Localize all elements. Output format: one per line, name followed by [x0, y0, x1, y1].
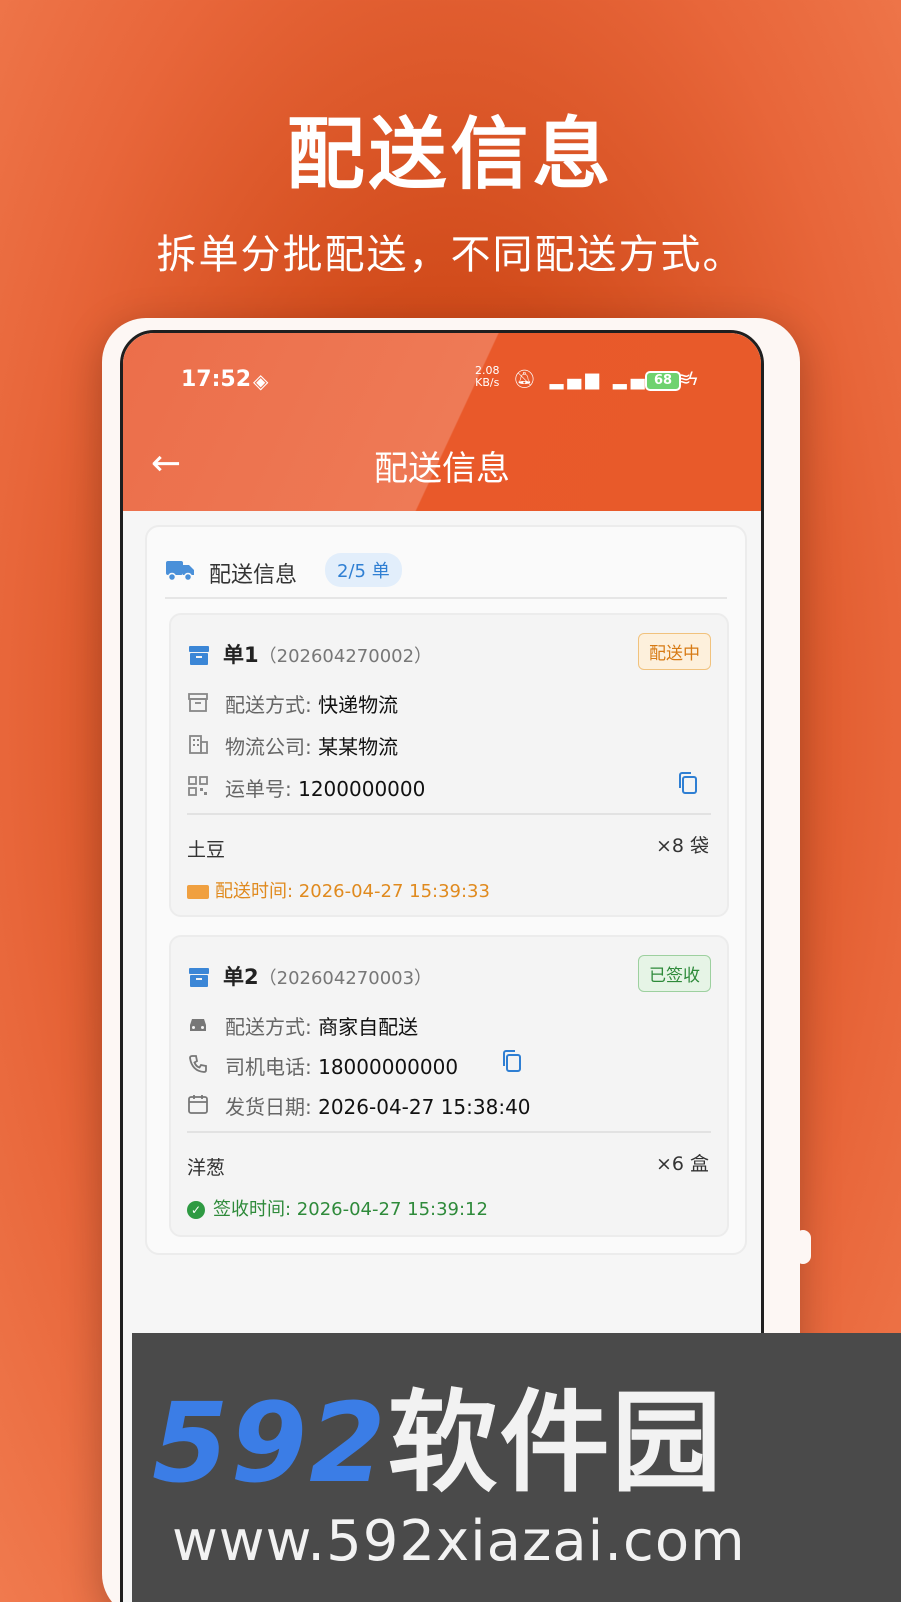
phone-side-button: [795, 1230, 811, 1264]
status-badge: 配送中: [638, 633, 711, 670]
delivery-method-value: 快递物流: [318, 693, 399, 717]
order-header: 单1（202604270002）: [187, 639, 707, 671]
check-circle-icon: ✓: [187, 1201, 205, 1219]
item-name: 洋葱: [187, 1157, 226, 1179]
section-header: 配送信息 2/5 单: [165, 553, 725, 593]
section-title: 配送信息: [209, 563, 298, 588]
archive-icon: [188, 693, 208, 712]
copy-icon[interactable]: [677, 771, 699, 795]
section-divider: [165, 597, 727, 599]
item-name: 土豆: [187, 839, 226, 861]
status-badge: 已签收: [638, 955, 711, 992]
nfc-icon: ◈: [253, 369, 269, 393]
watermark-logo-number: 592: [152, 1379, 388, 1507]
mute-icon: 🔕︎: [513, 369, 540, 390]
order-card[interactable]: 单1（202604270002） 配送中 配送方式: 快递物流 物流公司: 某某…: [169, 613, 729, 917]
battery-icon: 68: [645, 371, 681, 391]
watermark-logo-text: 软件园: [387, 1379, 724, 1507]
tracking-number-value: 1200000000: [298, 777, 426, 801]
watermark-banner: 592软件园 www.592xiazai.com: [132, 1333, 901, 1602]
kv-label: 司机电话: 18000000000: [225, 1051, 458, 1080]
ship-date-label: 发货日期:: [225, 1095, 312, 1119]
page-title: 配送信息: [374, 449, 510, 489]
signed-time-text: 签收时间: 2026-04-27 15:39:12: [213, 1199, 488, 1220]
qr-code-icon: [188, 776, 208, 796]
order-name: 单1: [223, 643, 259, 667]
delivery-info-card: 配送信息 2/5 单 单1（202604270002） 配送中 配送方式: 快递…: [145, 525, 747, 1255]
delivery-method-value: 商家自配送: [318, 1015, 419, 1039]
signed-time: ✓ 签收时间: 2026-04-27 15:39:12: [187, 1195, 488, 1221]
delivery-method-row: 配送方式: 商家自配送: [187, 1009, 707, 1041]
network-speed: 2.08 KB/s: [475, 365, 500, 389]
driver-phone-value: 18000000000: [318, 1055, 459, 1079]
building-icon: [189, 735, 208, 754]
delivery-method-label: 配送方式:: [225, 693, 312, 717]
logistics-company-row: 物流公司: 某某物流: [187, 729, 707, 761]
watermark-url: www.592xiazai.com: [172, 1509, 746, 1574]
order-title: 单1（202604270002）: [223, 639, 432, 669]
package-box-icon: [189, 646, 209, 665]
kv-label: 发货日期: 2026-04-27 15:38:40: [225, 1091, 531, 1120]
status-bar: 17:52 ◈ 2.08 KB/s 🔕︎ ▂▄▆ ▂▄▆ ≋ 68 ϟ: [123, 363, 761, 403]
order-header: 单2（202604270003）: [187, 961, 707, 993]
copy-icon[interactable]: [501, 1049, 523, 1073]
delivery-method-label: 配送方式:: [225, 1015, 312, 1039]
package-box-icon: [189, 968, 209, 987]
signal-icon: ▂▄▆: [549, 369, 604, 390]
item-divider: [187, 813, 711, 815]
ship-date-value: 2026-04-27 15:38:40: [318, 1095, 531, 1119]
item-quantity: ×8 袋: [655, 835, 709, 857]
watermark-logo: 592软件园: [152, 1353, 892, 1507]
order-title: 单2（202604270003）: [223, 961, 432, 991]
driver-phone-label: 司机电话:: [225, 1055, 312, 1079]
delivery-time: 配送时间: 2026-04-27 15:39:33: [187, 877, 490, 903]
kv-label: 物流公司: 某某物流: [225, 731, 398, 760]
car-icon: [190, 1019, 206, 1031]
truck-small-icon: [187, 885, 209, 899]
speed-unit: KB/s: [475, 376, 500, 389]
kv-label: 配送方式: 商家自配送: [225, 1011, 418, 1040]
kv-label: 配送方式: 快递物流: [225, 689, 398, 718]
order-card[interactable]: 单2（202604270003） 已签收 配送方式: 商家自配送 司机电话: 1…: [169, 935, 729, 1237]
charging-icon: ϟ: [687, 369, 699, 390]
promo-subtitle: 拆单分批配送，不同配送方式。: [156, 232, 745, 278]
logistics-company-value: 某某物流: [318, 735, 399, 759]
delivery-time-text: 配送时间: 2026-04-27 15:39:33: [215, 881, 490, 902]
tracking-number-row: 运单号: 1200000000: [187, 771, 707, 803]
phone-icon: [189, 1055, 207, 1073]
order-count-badge: 2/5 单: [325, 553, 402, 587]
kv-label: 运单号: 1200000000: [225, 773, 425, 802]
order-name: 单2: [223, 965, 259, 989]
truck-icon: [166, 561, 194, 582]
tracking-number-label: 运单号:: [225, 777, 292, 801]
ship-date-row: 发货日期: 2026-04-27 15:38:40: [187, 1089, 707, 1121]
app-header: 17:52 ◈ 2.08 KB/s 🔕︎ ▂▄▆ ▂▄▆ ≋ 68 ϟ ← 配送…: [123, 333, 761, 511]
order-id: （202604270003）: [258, 968, 433, 989]
item-quantity: ×6 盒: [655, 1153, 709, 1175]
order-id: （202604270002）: [258, 646, 433, 667]
delivery-method-row: 配送方式: 快递物流: [187, 687, 707, 719]
logistics-company-label: 物流公司:: [225, 735, 312, 759]
driver-phone-row: 司机电话: 18000000000: [187, 1049, 707, 1081]
item-divider: [187, 1131, 711, 1133]
status-time: 17:52: [181, 367, 252, 392]
promo-title: 配送信息: [286, 110, 615, 200]
calendar-icon: [188, 1095, 208, 1114]
